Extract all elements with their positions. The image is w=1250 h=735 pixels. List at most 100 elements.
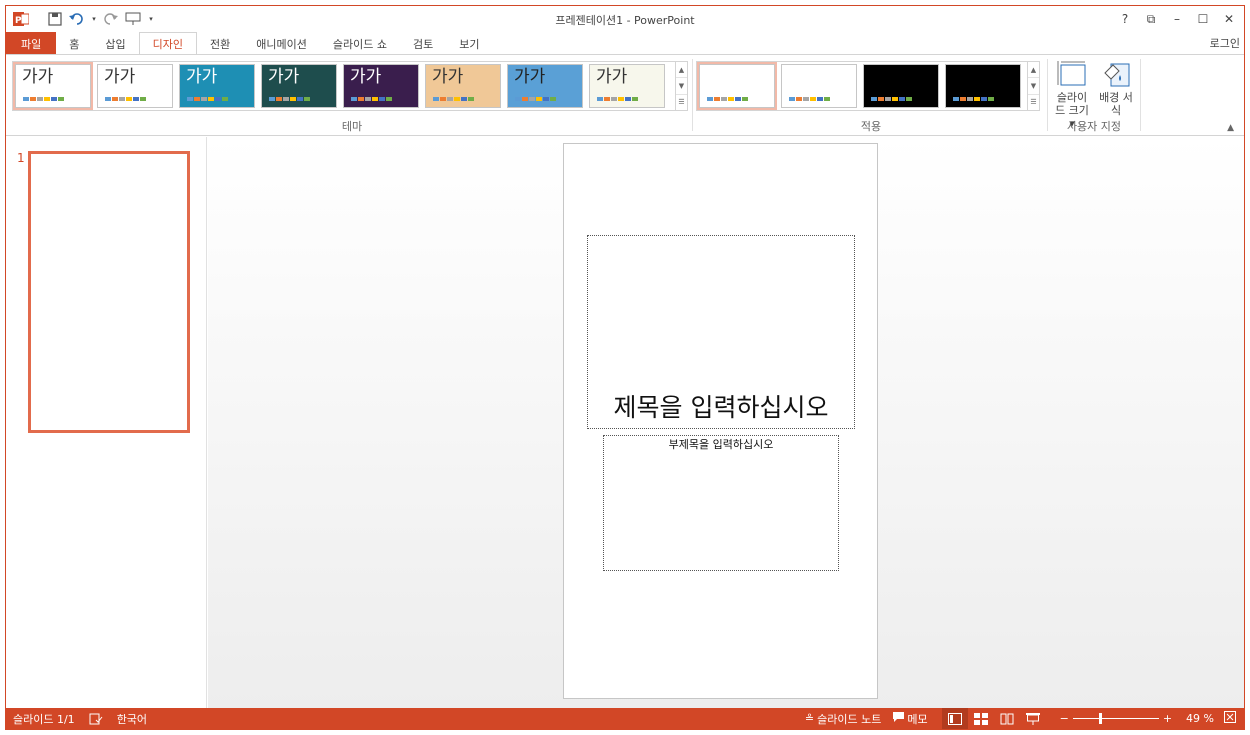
theme-sample-text: 가가	[514, 67, 546, 87]
subtitle-placeholder[interactable]: 부제목을 입력하십시오	[603, 435, 839, 571]
slide-editor: 제목을 입력하십시오 부제목을 입력하십시오	[208, 137, 1244, 710]
variant-thumbnail[interactable]	[863, 64, 939, 108]
tab-review[interactable]: 검토	[400, 32, 446, 55]
variant-thumbnail[interactable]	[945, 64, 1021, 108]
theme-thumbnail[interactable]: 가가	[97, 64, 173, 108]
minimize-button[interactable]: –	[1164, 9, 1190, 29]
slides-pane: 1	[6, 137, 207, 710]
comments-icon	[893, 712, 905, 725]
ribbon: 가가 가가 가가 가가 가가 가가 가가 가가 ▲ ▼ ☰ 테마 ▲ ▼ ☰ 적용	[6, 54, 1244, 136]
tab-transitions[interactable]: 전환	[197, 32, 243, 55]
redo-icon[interactable]	[102, 10, 120, 28]
variant-color-swatches	[953, 97, 994, 101]
variant-down-icon[interactable]: ▼	[1028, 78, 1039, 95]
themes-gallery-scroll: ▲ ▼ ☰	[676, 61, 688, 111]
variant-color-swatches	[707, 97, 748, 101]
theme-color-swatches	[187, 97, 228, 101]
powerpoint-logo-icon[interactable]: P	[12, 10, 30, 28]
slide-size-icon	[1057, 61, 1087, 89]
zoom-out-icon[interactable]: −	[1060, 712, 1069, 725]
language-indicator[interactable]: 한국어	[117, 711, 147, 727]
collapse-ribbon-icon[interactable]: ▲	[1227, 123, 1234, 133]
variant-more-icon[interactable]: ☰	[1028, 95, 1039, 110]
variants-group-label: 적용	[860, 120, 882, 133]
slide-show-view-icon[interactable]	[1020, 708, 1046, 729]
customize-qat-icon[interactable]: ▾	[146, 10, 156, 28]
undo-dropdown-icon[interactable]: ▾	[90, 10, 98, 28]
zoom-control: − + 49 %	[1060, 711, 1236, 726]
tab-design[interactable]: 디자인	[138, 32, 197, 56]
status-bar: 슬라이드 1/1 한국어 ≗ 슬라이드 노트 메모 − + 49 %	[6, 708, 1244, 729]
maximize-button[interactable]: ☐	[1190, 9, 1216, 29]
comments-button[interactable]: 메모	[893, 711, 928, 727]
workspace: 1 제목을 입력하십시오 부제목을 입력하십시오	[6, 137, 1244, 710]
variant-color-swatches	[871, 97, 912, 101]
slide-canvas[interactable]: 제목을 입력하십시오 부제목을 입력하십시오	[563, 143, 878, 699]
slide-position: 슬라이드 1/1	[13, 712, 75, 726]
notes-label: 슬라이드 노트	[817, 712, 882, 726]
variant-thumbnail[interactable]	[697, 62, 777, 110]
ribbon-tabs: 파일 홈 삽입 디자인 전환 애니메이션 슬라이드 쇼 검토 보기 로그인	[6, 32, 1244, 56]
slide-number: 1	[17, 151, 25, 165]
zoom-in-icon[interactable]: +	[1163, 712, 1172, 725]
notes-button[interactable]: ≗ 슬라이드 노트	[805, 711, 881, 727]
theme-color-swatches	[515, 97, 556, 101]
normal-view-icon[interactable]	[941, 708, 968, 729]
title-placeholder[interactable]: 제목을 입력하십시오	[587, 235, 855, 429]
theme-thumbnail[interactable]: 가가	[261, 64, 337, 108]
spell-check-icon[interactable]	[89, 713, 103, 725]
tab-animations[interactable]: 애니메이션	[243, 32, 320, 55]
theme-thumbnail[interactable]: 가가	[343, 64, 419, 108]
zoom-slider-knob[interactable]	[1098, 713, 1102, 724]
theme-color-swatches	[269, 97, 310, 101]
customize-group-label: 사용자 지정	[1066, 120, 1122, 133]
help-button[interactable]: ?	[1112, 9, 1138, 29]
start-from-beginning-icon[interactable]	[124, 10, 142, 28]
theme-thumbnail[interactable]: 가가	[507, 64, 583, 108]
tab-slide-show[interactable]: 슬라이드 쇼	[320, 32, 400, 55]
window-title: 프레젠테이션1 - PowerPoint	[555, 14, 695, 27]
customize-group: 슬라이드 크기 ▾ 배경 서식 사용자 지정	[1048, 55, 1140, 135]
theme-thumbnail[interactable]: 가가	[13, 62, 93, 110]
format-background-button[interactable]: 배경 서식	[1096, 61, 1136, 117]
theme-color-swatches	[105, 97, 146, 101]
slide-thumbnail[interactable]	[28, 151, 190, 433]
theme-color-swatches	[23, 97, 64, 101]
login-link[interactable]: 로그인	[1210, 35, 1240, 51]
comments-label: 메모	[907, 712, 928, 726]
theme-sample-text: 가가	[22, 67, 54, 87]
theme-thumbnail[interactable]: 가가	[589, 64, 665, 108]
theme-thumbnail[interactable]: 가가	[179, 64, 255, 108]
variant-thumbnail[interactable]	[781, 64, 857, 108]
save-icon[interactable]	[46, 10, 64, 28]
window-controls: ? ⧉ – ☐ ✕	[1112, 9, 1242, 29]
theme-sample-text: 가가	[104, 67, 136, 87]
themes-group: 가가 가가 가가 가가 가가 가가 가가 가가 ▲ ▼ ☰ 테마	[12, 55, 692, 135]
gallery-more-icon[interactable]: ☰	[676, 95, 687, 110]
variant-color-swatches	[789, 97, 830, 101]
gallery-down-icon[interactable]: ▼	[676, 78, 687, 95]
ribbon-display-options-button[interactable]: ⧉	[1138, 9, 1164, 29]
variants-group: ▲ ▼ ☰ 적용	[696, 55, 1046, 135]
slide-sorter-view-icon[interactable]	[968, 708, 994, 729]
tab-view[interactable]: 보기	[446, 32, 492, 55]
powerpoint-window: P ▾ ▾ 프레젠테이션1 - PowerPoint ? ⧉ – ☐ ✕ 파일 …	[5, 5, 1245, 730]
gallery-up-icon[interactable]: ▲	[676, 62, 687, 79]
fit-to-window-icon[interactable]	[1224, 711, 1236, 726]
tab-file[interactable]: 파일	[6, 32, 57, 55]
close-button[interactable]: ✕	[1216, 9, 1242, 29]
tab-insert[interactable]: 삽입	[92, 32, 138, 55]
theme-color-swatches	[433, 97, 474, 101]
title-bar: P ▾ ▾ 프레젠테이션1 - PowerPoint ? ⧉ – ☐ ✕	[6, 6, 1244, 32]
title-placeholder-text: 제목을 입력하십시오	[613, 393, 829, 422]
theme-sample-text: 가가	[596, 67, 628, 87]
undo-icon[interactable]	[68, 10, 86, 28]
theme-thumbnail[interactable]: 가가	[425, 64, 501, 108]
reading-view-icon[interactable]	[994, 708, 1020, 729]
variant-up-icon[interactable]: ▲	[1028, 62, 1039, 79]
zoom-level[interactable]: 49 %	[1186, 712, 1214, 725]
zoom-slider[interactable]	[1072, 713, 1159, 724]
theme-sample-text: 가가	[350, 67, 382, 87]
theme-sample-text: 가가	[186, 67, 218, 87]
tab-home[interactable]: 홈	[56, 32, 92, 55]
